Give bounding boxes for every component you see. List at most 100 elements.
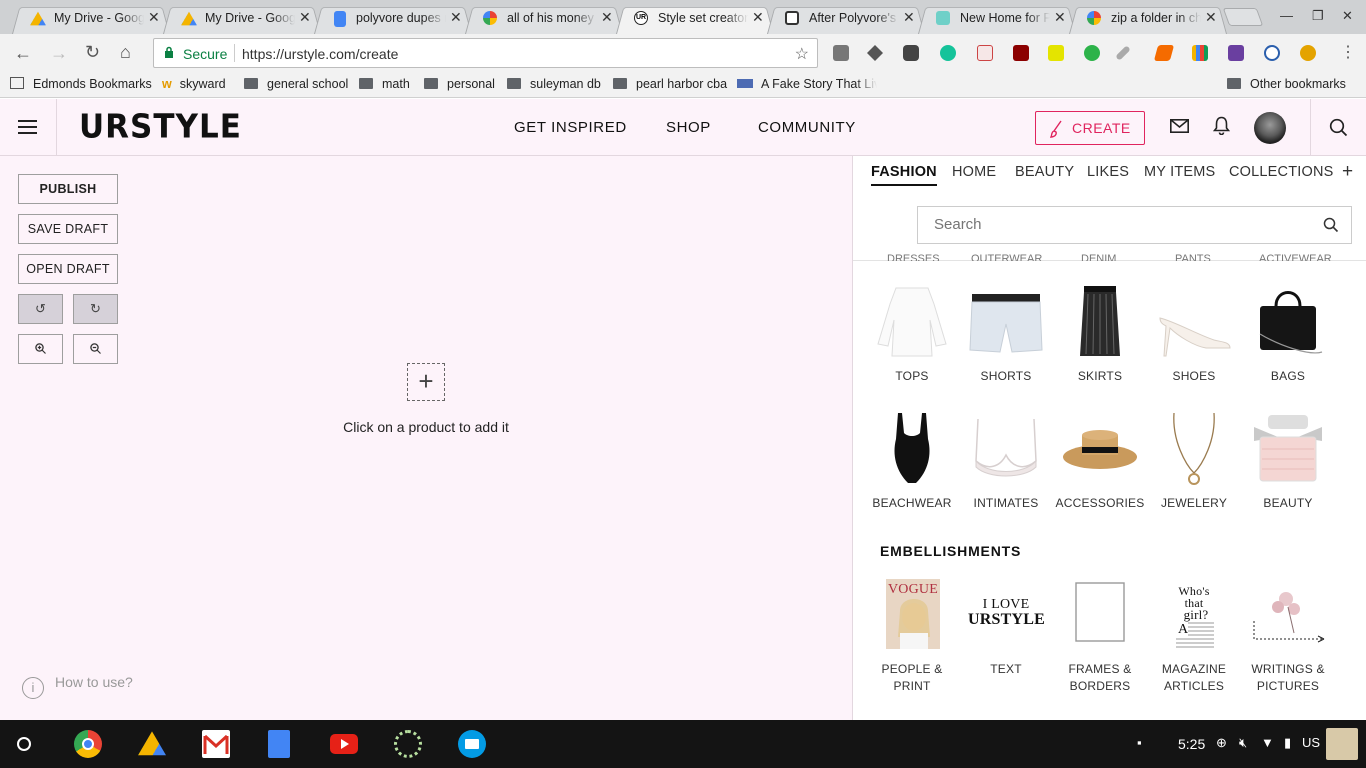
minimize-icon[interactable]: —	[1280, 8, 1293, 23]
browser-tab[interactable]: My Drive - Google Drive ✕	[12, 4, 170, 34]
address-bar[interactable]: Secure https://urstyle.com/create ☆	[153, 38, 818, 68]
save-draft-button[interactable]: SAVE DRAFT	[18, 214, 118, 244]
update-icon[interactable]: ⊕	[1216, 735, 1227, 751]
site-logo[interactable]: URSTYLE	[79, 108, 242, 146]
close-icon[interactable]: ✕	[450, 9, 462, 26]
bookmark-item[interactable]: personal	[424, 77, 495, 91]
category-skirts[interactable]: SKIRTS	[1053, 284, 1147, 385]
tab-fashion[interactable]: FASHION	[871, 164, 937, 186]
browser-tab[interactable]: zip a folder in chromebook ✕	[1069, 4, 1227, 34]
close-icon[interactable]: ✕	[148, 9, 160, 26]
loading-app-icon[interactable]	[394, 730, 422, 758]
extension-icon[interactable]	[1084, 45, 1100, 61]
close-icon[interactable]: ✕	[1205, 9, 1217, 26]
play-icon[interactable]	[1264, 45, 1280, 61]
nav-community[interactable]: COMMUNITY	[758, 119, 856, 136]
browser-tab-active[interactable]: UR Style set creator ✕	[616, 4, 774, 34]
mute-icon[interactable]: 🔇︎	[1239, 735, 1247, 751]
mail-icon[interactable]	[1170, 119, 1189, 133]
close-icon[interactable]: ✕	[903, 9, 915, 26]
category-intimates[interactable]: INTIMATES	[959, 411, 1053, 512]
locale-label[interactable]: US	[1302, 735, 1320, 750]
hamburger-menu-icon[interactable]	[18, 120, 37, 134]
bookmark-item[interactable]: Edmonds Bookmarks	[10, 77, 152, 91]
category-shorts[interactable]: SHORTS	[959, 284, 1053, 385]
forward-icon[interactable]: →	[50, 43, 68, 64]
google-docs-icon[interactable]	[268, 730, 290, 758]
category-people-print[interactable]: VOGUE PEOPLE & PRINT	[865, 577, 959, 695]
close-icon[interactable]: ✕	[752, 9, 764, 26]
pdf-icon[interactable]	[1228, 45, 1244, 61]
grammarly-icon[interactable]	[940, 45, 956, 61]
tab-home[interactable]: HOME	[952, 164, 996, 180]
youtube-icon[interactable]	[330, 734, 358, 754]
open-draft-button[interactable]: OPEN DRAFT	[18, 254, 118, 284]
extension-icon[interactable]	[1192, 45, 1208, 61]
extension-icon[interactable]	[833, 45, 849, 61]
avatar[interactable]	[1254, 112, 1286, 144]
url-text[interactable]: https://urstyle.com/create	[242, 46, 398, 62]
category-beauty[interactable]: BEAUTY	[1241, 411, 1335, 512]
category-beachwear[interactable]: BEACHWEAR	[865, 411, 959, 512]
bell-icon[interactable]	[1213, 116, 1230, 135]
launcher-icon[interactable]	[17, 737, 31, 751]
pocket-icon[interactable]	[903, 45, 919, 61]
extension-icon[interactable]	[977, 45, 993, 61]
create-button[interactable]: CREATE	[1035, 111, 1145, 145]
window-close-icon[interactable]: ✕	[1342, 8, 1353, 24]
add-product-placeholder[interactable]: +	[407, 363, 445, 401]
how-to-use-link[interactable]: i How to use?	[22, 674, 133, 699]
bookmark-item[interactable]: pearl harbor cba	[613, 77, 727, 91]
zoom-in-button[interactable]	[18, 334, 63, 364]
extension-icon[interactable]	[1300, 45, 1316, 61]
close-icon[interactable]: ✕	[1054, 9, 1066, 26]
bookmark-item[interactable]: general school	[244, 77, 348, 91]
browser-tab[interactable]: My Drive - Google Drive ✕	[163, 4, 321, 34]
files-icon[interactable]	[458, 730, 486, 758]
nav-get-inspired[interactable]: GET INSPIRED	[514, 119, 627, 136]
tab-likes[interactable]: LIKES	[1087, 164, 1129, 180]
product-search[interactable]	[917, 206, 1352, 244]
screenshot-icon[interactable]: ▪	[1137, 735, 1142, 750]
add-tab-button[interactable]: +	[1342, 161, 1353, 183]
close-icon[interactable]: ✕	[299, 9, 311, 26]
publish-button[interactable]: PUBLISH	[18, 174, 118, 204]
home-icon[interactable]: ⌂	[120, 42, 131, 63]
bookmark-item[interactable]: suleyman db	[507, 77, 601, 91]
ublock-icon[interactable]	[1013, 45, 1029, 61]
category-accessories[interactable]: ACCESSORIES	[1053, 411, 1147, 512]
browser-tab[interactable]: After Polyvore's Demise ✕	[767, 4, 925, 34]
gmail-icon[interactable]	[202, 730, 230, 758]
close-icon[interactable]: ✕	[601, 9, 613, 26]
other-bookmarks[interactable]: Other bookmarks	[1227, 77, 1346, 91]
new-tab-button[interactable]	[1222, 8, 1264, 26]
bookmark-star-icon[interactable]: ☆	[795, 44, 809, 64]
google-drive-icon[interactable]	[138, 731, 166, 756]
wifi-icon[interactable]: ▼	[1261, 735, 1274, 750]
redo-button[interactable]: ↻	[73, 294, 118, 324]
zoom-out-button[interactable]	[73, 334, 118, 364]
tab-my-items[interactable]: MY ITEMS	[1144, 164, 1215, 180]
category-jewelery[interactable]: JEWELERY	[1147, 411, 1241, 512]
battery-icon[interactable]: ▮	[1284, 735, 1291, 751]
category-magazine-articles[interactable]: Who's that girl? A MAGAZINE ARTICLES	[1147, 577, 1241, 695]
category-frames-borders[interactable]: FRAMES & BORDERS	[1053, 577, 1147, 695]
back-icon[interactable]: ←	[14, 43, 32, 64]
user-avatar[interactable]	[1326, 728, 1358, 760]
menu-kebab-icon[interactable]: ⋮	[1340, 42, 1356, 62]
category-tops[interactable]: TOPS	[865, 284, 959, 385]
category-shoes[interactable]: SHOES	[1147, 284, 1241, 385]
browser-tab[interactable]: polyvore dupes reddit ✕	[314, 4, 472, 34]
browser-tab[interactable]: all of his money ✕	[465, 4, 623, 34]
undo-button[interactable]: ↺	[18, 294, 63, 324]
chrome-icon[interactable]	[74, 730, 102, 758]
category-writings-pictures[interactable]: WRITINGS & PICTURES	[1241, 577, 1335, 695]
nav-shop[interactable]: SHOP	[666, 119, 711, 136]
search-icon[interactable]	[1323, 217, 1339, 233]
category-text[interactable]: I LOVE URSTYLE TEXT	[959, 577, 1053, 678]
clock[interactable]: 5:25	[1178, 736, 1205, 752]
maximize-icon[interactable]: ❐	[1312, 8, 1324, 24]
bookmark-item[interactable]: math	[359, 77, 410, 91]
bookmark-item[interactable]: w skyward	[162, 77, 226, 91]
tab-collections[interactable]: COLLECTIONS	[1229, 164, 1334, 180]
